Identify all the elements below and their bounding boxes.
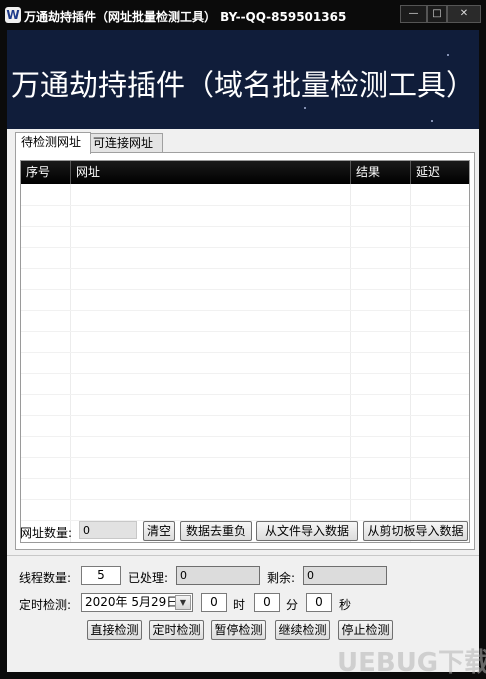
star-dot [431, 120, 433, 122]
thread-count-input[interactable]: 5 [81, 566, 121, 585]
import-clipboard-button[interactable]: 从剪切板导入数据 [363, 521, 468, 541]
banner: 万通劫持插件（域名批量检测工具） [7, 30, 479, 129]
schedule-label: 定时检测: [19, 598, 72, 612]
grid-row-line [21, 226, 469, 227]
banner-title: 万通劫持插件（域名批量检测工具） [11, 68, 476, 102]
grid-row-line [21, 331, 469, 332]
direct-check-button[interactable]: 直接检测 [87, 620, 142, 640]
grid-row-line [21, 205, 469, 206]
clear-button[interactable]: 清空 [143, 521, 175, 541]
grid-column-line [410, 184, 411, 542]
client-area: 万通劫持插件（域名批量检测工具） 待检测网址 可连接网址 序号 网址 结果 延迟 [7, 30, 486, 678]
grid-row-line [21, 268, 469, 269]
chevron-down-icon[interactable]: ▼ [175, 595, 191, 610]
window-title: 万通劫持插件（网址批量检测工具） BY--QQ-859501365 [24, 10, 347, 24]
remaining-value: 0 [303, 566, 387, 585]
schedule-date-picker[interactable]: 2020年 5月29日 ▼ [81, 593, 193, 612]
second-unit: 秒 [339, 598, 352, 612]
pause-check-button[interactable]: 暂停检测 [211, 620, 266, 640]
grid-row-line [21, 373, 469, 374]
grid-row-line [21, 394, 469, 395]
hour-unit: 时 [233, 598, 246, 612]
second-input[interactable]: 0 [306, 593, 332, 612]
divider [7, 555, 479, 556]
url-count-value: 0 [79, 521, 137, 539]
tab-reachable-urls[interactable]: 可连接网址 [87, 133, 163, 153]
column-header-latency[interactable]: 延迟 [411, 161, 469, 184]
title-bar[interactable]: W 万通劫持插件（网址批量检测工具） BY--QQ-859501365 — □ … [0, 0, 486, 30]
tab-pending-urls[interactable]: 待检测网址 [15, 132, 91, 154]
grid-column-line [350, 184, 351, 542]
column-header-index[interactable]: 序号 [21, 161, 71, 184]
url-grid[interactable]: 序号 网址 结果 延迟 [20, 160, 470, 543]
grid-header: 序号 网址 结果 延迟 [21, 161, 469, 184]
minute-input[interactable]: 0 [254, 593, 280, 612]
close-button[interactable]: ✕ [447, 5, 481, 23]
grid-row-line [21, 247, 469, 248]
grid-row-line [21, 415, 469, 416]
minute-unit: 分 [286, 598, 299, 612]
resume-check-button[interactable]: 继续检测 [275, 620, 330, 640]
grid-row-line [21, 436, 469, 437]
processed-value: 0 [176, 566, 260, 585]
grid-column-line [70, 184, 71, 542]
column-header-url[interactable]: 网址 [71, 161, 351, 184]
stop-check-button[interactable]: 停止检测 [338, 620, 393, 640]
import-file-button[interactable]: 从文件导入数据 [256, 521, 358, 541]
app-icon: W [5, 7, 21, 23]
thread-count-label: 线程数量: [19, 571, 72, 585]
grid-row-line [21, 499, 469, 500]
grid-row-line [21, 310, 469, 311]
processed-label: 已处理: [128, 571, 169, 585]
minimize-button[interactable]: — [400, 5, 427, 23]
watermark: UEBUG下载 [337, 648, 486, 678]
app-window: W 万通劫持插件（网址批量检测工具） BY--QQ-859501365 — □ … [0, 0, 486, 679]
remaining-label: 剩余: [267, 571, 296, 585]
grid-row-line [21, 478, 469, 479]
scheduled-check-button[interactable]: 定时检测 [149, 620, 204, 640]
tab-panel: 序号 网址 结果 延迟 [15, 152, 475, 550]
star-dot [304, 107, 306, 109]
maximize-button[interactable]: □ [427, 5, 447, 23]
grid-row-line [21, 457, 469, 458]
star-dot [447, 54, 449, 56]
schedule-date-value: 2020年 5月29日 [85, 595, 179, 609]
dedupe-button[interactable]: 数据去重负 [180, 521, 252, 541]
column-header-result[interactable]: 结果 [351, 161, 411, 184]
grid-row-line [21, 352, 469, 353]
grid-row-line [21, 289, 469, 290]
app-icon-letter: W [6, 8, 20, 22]
url-count-label: 网址数量: [20, 526, 73, 540]
hour-input[interactable]: 0 [201, 593, 227, 612]
